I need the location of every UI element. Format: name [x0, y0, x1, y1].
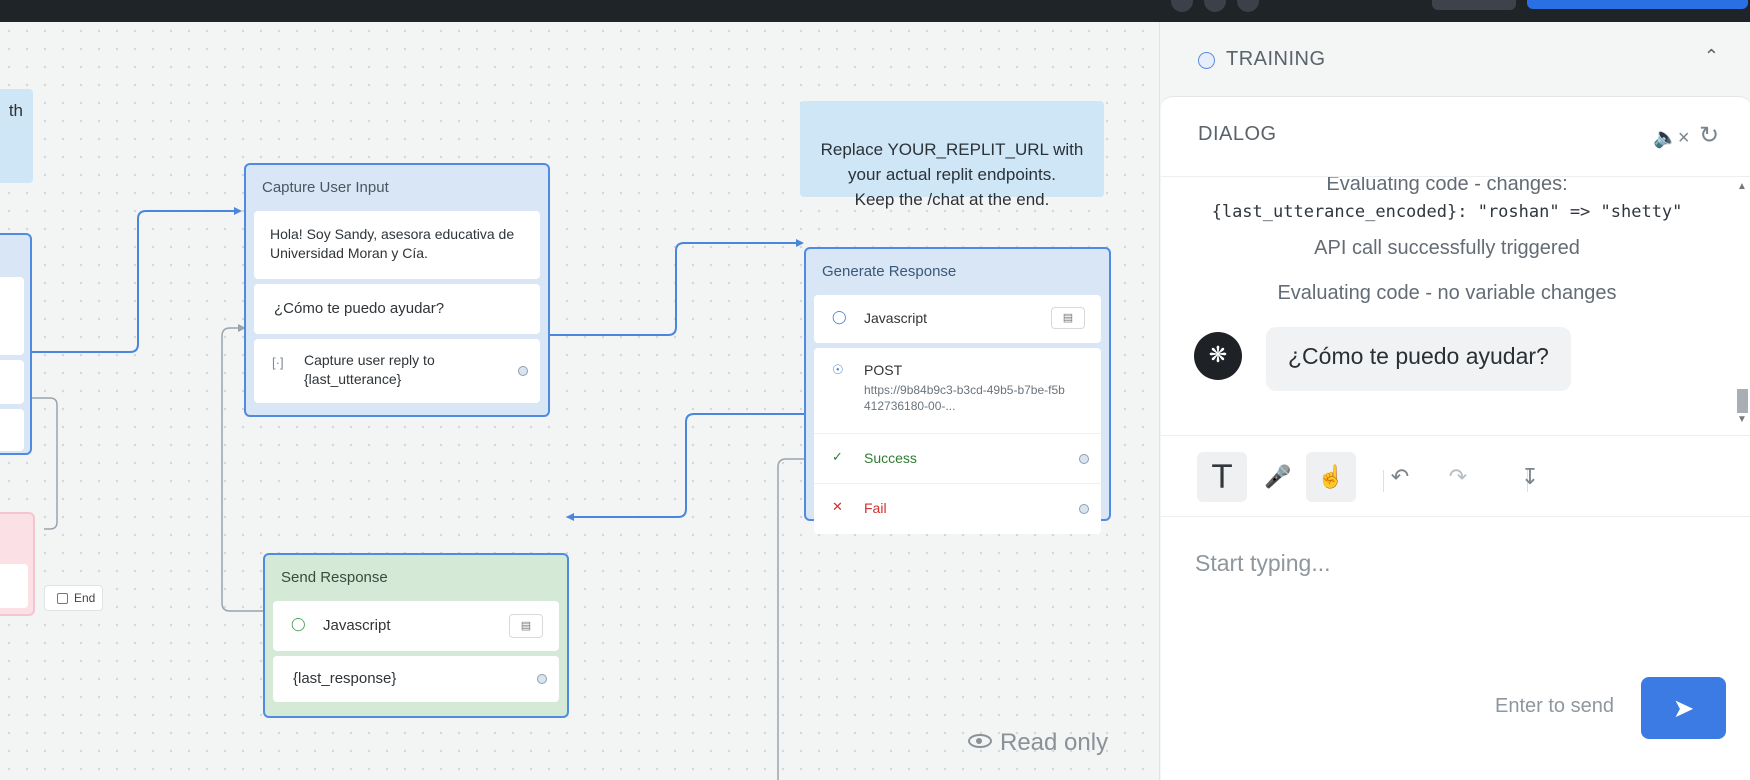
send-button[interactable]: ➤: [1641, 677, 1726, 739]
fail-port[interactable]: [1079, 504, 1089, 514]
mute-icon[interactable]: 🔈×: [1653, 125, 1690, 150]
capture-text-2: ¿Cómo te puedo ayudar?: [274, 300, 445, 317]
enter-hint: Enter to send: [1495, 695, 1614, 717]
left-block[interactable]: [0, 233, 32, 455]
capture-text-step-2[interactable]: ¿Cómo te puedo ayudar?: [254, 284, 540, 334]
generate-block-title: Generate Response: [822, 263, 957, 280]
reset-icon[interactable]: ↻: [1699, 121, 1719, 150]
fail-label: Fail: [864, 500, 887, 516]
send-block-title: Send Response: [281, 569, 388, 586]
end-icon: [57, 593, 68, 604]
capture-user-input-block[interactable]: Capture User Input Hola! Soy Sandy, ases…: [244, 163, 550, 417]
system-message-eval-changes: Evaluating code - changes: {last_utteran…: [1161, 177, 1733, 223]
eval-value: : "roshan" => "shetty": [1457, 202, 1683, 222]
end-label: End: [74, 591, 96, 605]
generate-javascript-label: Javascript: [864, 310, 928, 326]
bot-message-bubble: ¿Cómo te puedo ayudar?: [1266, 327, 1571, 391]
eval-var: {last_utterance_encoded}: [1211, 202, 1458, 222]
send-response-text: {last_response}: [293, 670, 397, 687]
send-icon: ➤: [1672, 693, 1695, 723]
avatar-3[interactable]: [1237, 0, 1259, 12]
end-node[interactable]: End: [44, 585, 103, 611]
system-message-eval-none: Evaluating code - no variable changes: [1277, 282, 1617, 304]
input-toolbar: T 🎤 ☝ ↶ ↷ ↧: [1161, 435, 1750, 517]
capture-block-title: Capture User Input: [262, 179, 389, 196]
generate-api-step[interactable]: ☉ POST https://9b84b9c3-b3cd-49b5-b7be-f…: [814, 348, 1101, 534]
message-input[interactable]: [1195, 543, 1715, 583]
javascript-icon: ◯: [832, 309, 847, 324]
note-left[interactable]: th: [0, 89, 33, 183]
test-panel: TRAINING ⌃ DIALOG 🔈× ↻ Evaluating code -…: [1159, 22, 1750, 780]
eval-changes-text: Evaluating code - changes:: [1326, 177, 1568, 195]
eval-changes-detail: {last_utterance_encoded}: "roshan" => "s…: [1161, 200, 1733, 223]
edit-code-icon[interactable]: ▤: [1051, 307, 1085, 329]
capture-reply-step[interactable]: [·] Capture user reply to {last_utteranc…: [254, 339, 540, 403]
topbar-primary-button[interactable]: [1527, 0, 1748, 9]
dialog-header: DIALOG 🔈× ↻: [1161, 97, 1750, 177]
touch-icon[interactable]: ☝: [1306, 452, 1356, 502]
note-right-text: Replace YOUR_REPLIT_URL with your actual…: [820, 140, 1084, 209]
api-request[interactable]: ☉ POST https://9b84b9c3-b3cd-49b5-b7be-f…: [814, 348, 1101, 434]
download-icon[interactable]: ↧: [1505, 452, 1555, 502]
scroll-up-icon[interactable]: ▲: [1737, 181, 1747, 192]
success-path[interactable]: ✓ Success: [814, 434, 1101, 484]
capture-port[interactable]: [518, 366, 528, 376]
fail-path[interactable]: ✕ Fail: [814, 484, 1101, 534]
avatar-2[interactable]: [1204, 0, 1226, 12]
note-left-text: th: [8, 101, 23, 120]
mic-icon[interactable]: 🎤: [1253, 452, 1303, 502]
left-end-block[interactable]: [0, 512, 35, 616]
flow-canvas[interactable]: th End Capture User Input Hola! Soy Sand…: [0, 22, 1159, 780]
x-icon: ✕: [832, 499, 843, 514]
success-label: Success: [864, 450, 917, 466]
system-message-api: API call successfully triggered: [1314, 237, 1580, 259]
dialog-title: DIALOG: [1198, 123, 1277, 145]
left-block-step[interactable]: [0, 360, 24, 404]
scroll-down-icon[interactable]: ▼: [1737, 414, 1747, 425]
generate-response-block[interactable]: Generate Response ◯ Javascript ▤ ☉ POST …: [804, 247, 1111, 534]
avatar-1[interactable]: [1171, 0, 1193, 12]
scroll-thumb[interactable]: [1737, 389, 1748, 413]
training-label: TRAINING: [1226, 48, 1326, 70]
message-scrollbar[interactable]: ▲ ▼: [1735, 181, 1749, 425]
undo-icon[interactable]: ↶: [1375, 452, 1425, 502]
left-block-step[interactable]: [0, 277, 24, 355]
success-port[interactable]: [1079, 454, 1089, 464]
bot-avatar: ❋: [1194, 332, 1242, 380]
top-bar: [0, 0, 1750, 22]
capture-reply-text: Capture user reply to {last_utterance}: [304, 352, 435, 387]
send-response-block[interactable]: Send Response ◯ Javascript ▤ {last_respo…: [263, 553, 569, 718]
edit-code-icon[interactable]: ▤: [509, 614, 543, 638]
chevron-up-icon[interactable]: ⌃: [1704, 46, 1719, 67]
check-icon: ✓: [832, 449, 843, 464]
dialog-panel: DIALOG 🔈× ↻ Evaluating code - changes: {…: [1161, 96, 1750, 780]
text-mode-icon[interactable]: T: [1197, 452, 1247, 502]
capture-text-1: Hola! Soy Sandy, asesora educativa de Un…: [270, 226, 515, 261]
message-list[interactable]: Evaluating code - changes: {last_utteran…: [1161, 177, 1733, 429]
left-end-block-step[interactable]: [0, 564, 28, 608]
topbar-button[interactable]: [1432, 0, 1516, 10]
send-port[interactable]: [537, 674, 547, 684]
read-only-label: Read only: [1000, 729, 1109, 756]
send-javascript-label: Javascript: [323, 617, 391, 634]
redo-icon[interactable]: ↷: [1433, 452, 1483, 502]
api-icon: ☉: [832, 362, 844, 377]
note-replit-instructions[interactable]: Replace YOUR_REPLIT_URL with your actual…: [800, 101, 1104, 209]
javascript-icon: ◯: [291, 616, 306, 631]
training-status-icon: [1198, 52, 1215, 69]
capture-text-step-1[interactable]: Hola! Soy Sandy, asesora educativa de Un…: [254, 211, 540, 279]
generate-javascript-step[interactable]: ◯ Javascript ▤: [814, 295, 1101, 343]
read-only-indicator: Read only: [968, 729, 1108, 757]
input-area: Enter to send ➤: [1161, 517, 1750, 780]
eye-icon: [968, 734, 992, 748]
api-method: POST: [864, 362, 903, 378]
api-url: https://9b84b9c3-b3cd-49b5-b7be-f5b41273…: [864, 383, 1065, 413]
training-header[interactable]: TRAINING ⌃: [1160, 22, 1750, 96]
send-javascript-step[interactable]: ◯ Javascript ▤: [273, 601, 559, 651]
capture-icon: [·]: [272, 355, 284, 370]
send-text-step[interactable]: {last_response}: [273, 656, 559, 702]
left-block-step[interactable]: [0, 409, 24, 451]
